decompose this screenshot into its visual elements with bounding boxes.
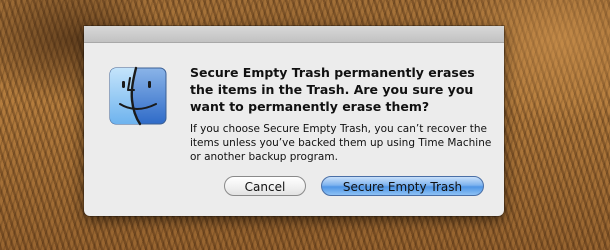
sheet-top-edge (84, 26, 504, 43)
dialog-message: If you choose Secure Empty Trash, you ca… (190, 123, 492, 163)
dialog-title: Secure Empty Trash permanently erases th… (190, 65, 475, 114)
cancel-button[interactable]: Cancel (224, 176, 306, 196)
secure-empty-trash-button[interactable]: Secure Empty Trash (321, 176, 484, 196)
finder-icon (109, 66, 167, 126)
confirmation-dialog: Secure Empty Trash permanently erases th… (84, 26, 504, 216)
